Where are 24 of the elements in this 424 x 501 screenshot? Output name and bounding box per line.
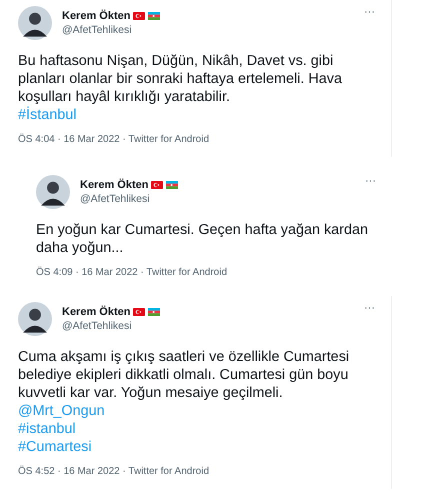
author-handle[interactable]: @AfetTehlikesi	[62, 320, 354, 332]
tweet-meta: ÖS 4:04 · 16 Mar 2022 · Twitter for Android	[18, 134, 210, 145]
flag-icon	[151, 181, 164, 189]
avatar[interactable]	[18, 6, 52, 40]
more-button[interactable]: ···	[364, 6, 391, 18]
flag-icon	[166, 181, 178, 189]
author-name[interactable]: Kerem Ökten	[62, 306, 130, 318]
tweet-meta: ÖS 4:09 · 16 Mar 2022 · Twitter for Android	[36, 267, 228, 278]
flag-icon	[148, 308, 160, 316]
tweet-text: En yoğun kar Cumartesi. Geçen hafta yağan kardan daha yoğun...	[36, 221, 369, 257]
avatar[interactable]	[18, 302, 52, 336]
author-handle[interactable]: @AfetTehlikesi	[80, 193, 355, 205]
tweet-text: Bu haftasonu Nişan, Düğün, Nikâh, Davet vs. gibi planları olanlar bir sonraki haftaya ertelemeli. Hava koşulları hayâl kırıklığı yaratabilir.	[18, 52, 343, 106]
flag-icon	[148, 12, 160, 20]
avatar[interactable]	[36, 175, 70, 209]
more-button[interactable]: ···	[365, 175, 392, 187]
tweet-text: Cuma akşamı iş çıkış saatleri ve özellikle Cumartesi belediye ekipleri dikkatli olmalı. Cumartesi gün boyu kuvvetli kar var. Yoğun mesaiye geçilmeli.	[18, 348, 350, 402]
author-name[interactable]: Kerem Ökten	[80, 179, 148, 191]
flag-icon	[133, 12, 146, 20]
author-name[interactable]: Kerem Ökten	[62, 10, 130, 22]
more-button[interactable]: ···	[364, 302, 391, 314]
author-handle[interactable]: @AfetTehlikesi	[62, 24, 354, 36]
tweet-meta: ÖS 4:52 · 16 Mar 2022 · Twitter for Android	[18, 466, 210, 477]
flag-icon	[133, 308, 146, 316]
